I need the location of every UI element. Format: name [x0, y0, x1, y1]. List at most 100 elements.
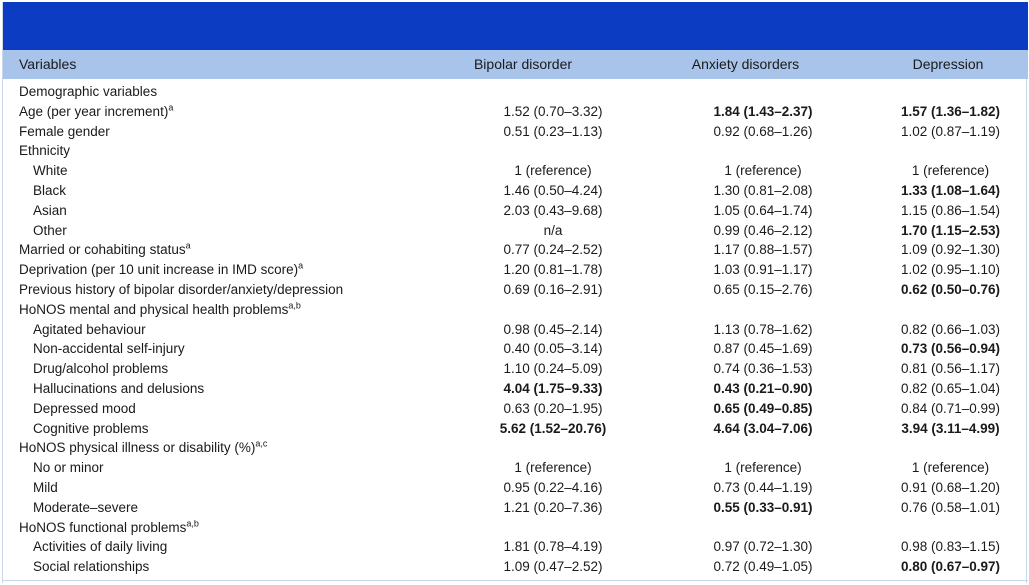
table-row: Black 1.46 (0.50–4.24) 1.30 (0.81–2.08) 1.3…: [3, 181, 1028, 201]
row-label-text: Other: [33, 222, 67, 238]
cell-bipolar: 1.21 (0.20–7.36): [503, 499, 603, 515]
row-label: Drug/alcohol problems: [3, 359, 453, 379]
table-row: Activities of daily living 1.81 (0.78–4.1…: [3, 537, 1028, 557]
row-label: Age (per year increment)a: [3, 102, 453, 122]
cell-anxiety: 0.92 (0.68–1.26): [713, 123, 813, 139]
cell-bipolar: 1.46 (0.50–4.24): [503, 182, 603, 198]
table-row: Demographic variables: [3, 82, 1028, 102]
table-body: Demographic variables Age (per year incre…: [3, 82, 1028, 577]
cell-depression: 1.33 (1.08–1.64): [900, 182, 1001, 198]
table-row: Hallucinations and delusions 4.04 (1.75–9…: [3, 379, 1028, 399]
cell-depression: 0.73 (0.56–0.94): [900, 341, 1001, 357]
cell-depression: [873, 82, 1028, 102]
cell-depression: 0.76 (0.58–1.01): [900, 499, 1001, 515]
cell-bipolar: 0.69 (0.16–2.91): [503, 281, 603, 297]
table-row: Other n/a 0.99 (0.46–2.12) 1.70 (1.15–2.53): [3, 221, 1028, 241]
cell-depression: 1 (reference): [911, 163, 990, 179]
row-label-text: Non-accidental self-injury: [33, 341, 185, 357]
cell-anxiety: 0.87 (0.45–1.69): [713, 341, 813, 357]
row-label-text: HoNOS functional problems: [19, 519, 187, 535]
table-row: White 1 (reference) 1 (reference) 1 (refere…: [3, 161, 1028, 181]
table-row: Mild 0.95 (0.22–4.16) 0.73 (0.44–1.19) 0.91…: [3, 478, 1028, 498]
table-row: Married or cohabiting statusa 0.77 (0.24–…: [3, 240, 1028, 260]
table-row: Non-accidental self-injury 0.40 (0.05–3.1…: [3, 339, 1028, 359]
cell-bipolar: 4.04 (1.75–9.33): [503, 380, 603, 396]
footnote-marker: a,c: [255, 438, 268, 449]
cell-anxiety: [653, 438, 873, 458]
cell-bipolar: [453, 438, 653, 458]
row-label: Asian: [3, 201, 453, 221]
row-label-text: Mild: [33, 479, 58, 495]
cell-bipolar: 1 (reference): [514, 163, 592, 179]
cell-depression: [873, 300, 1028, 320]
row-label-text: Moderate–severe: [33, 499, 139, 515]
row-label-text: Agitated behaviour: [33, 321, 146, 337]
cell-bipolar: 1.52 (0.70–3.32): [503, 103, 603, 119]
row-label: Cognitive problems: [3, 419, 453, 439]
cell-anxiety: 1.84 (1.43–2.37): [713, 103, 813, 119]
cell-depression: 1.09 (0.92–1.30): [900, 242, 1001, 258]
row-label: Agitated behaviour: [3, 320, 453, 340]
table-row: No or minor 1 (reference) 1 (reference) 1 (…: [3, 458, 1028, 478]
cell-bipolar: 0.95 (0.22–4.16): [503, 479, 603, 495]
cell-depression: 0.81 (0.56–1.17): [900, 361, 1001, 377]
cell-depression: 0.91 (0.68–1.20): [900, 479, 1001, 495]
cell-depression: 0.82 (0.65–1.04): [900, 380, 1001, 396]
footnote-marker: a: [185, 240, 191, 251]
row-label-text: Social relationships: [33, 559, 150, 575]
cell-depression: 1.02 (0.87–1.19): [900, 123, 1001, 139]
cell-anxiety: 4.64 (3.04–7.06): [713, 420, 813, 436]
row-label: HoNOS physical illness or disability (%)…: [3, 438, 453, 458]
footnote-marker: a,b: [186, 518, 199, 529]
row-label-text: HoNOS physical illness or disability (%): [19, 440, 256, 456]
table-row: Agitated behaviour 0.98 (0.45–2.14) 1.13 (…: [3, 320, 1028, 340]
row-label-text: Married or cohabiting status: [19, 242, 186, 258]
footnote-marker: a: [168, 102, 174, 113]
row-label: Non-accidental self-injury: [3, 339, 453, 359]
row-label: Female gender: [3, 122, 453, 142]
row-label-text: Cognitive problems: [33, 420, 149, 436]
row-label-text: Depressed mood: [33, 400, 136, 416]
cell-anxiety: 1 (reference): [724, 163, 802, 179]
row-label: Mild: [3, 478, 453, 498]
cell-depression: [873, 518, 1028, 538]
cell-bipolar: 1.09 (0.47–2.52): [503, 559, 603, 575]
row-label-text: Ethnicity: [19, 143, 71, 159]
cell-anxiety: 1 (reference): [724, 460, 802, 476]
row-label-text: Activities of daily living: [33, 539, 168, 555]
footnote-marker: a,b: [288, 300, 301, 311]
cell-depression: 1.02 (0.95–1.10): [900, 262, 1001, 278]
table-row: Depressed mood 0.63 (0.20–1.95) 0.65 (0.49…: [3, 399, 1028, 419]
cell-bipolar: 0.63 (0.20–1.95): [503, 400, 603, 416]
cell-depression: 0.80 (0.67–0.97): [900, 559, 1001, 575]
cell-depression: 0.82 (0.66–1.03): [900, 321, 1001, 337]
row-label-text: Previous history of bipolar disorder/anx…: [19, 281, 344, 297]
table-title-bar: [3, 2, 1028, 50]
cell-depression: [873, 141, 1028, 161]
table-row: Asian 2.03 (0.43–9.68) 1.05 (0.64–1.74) 1.1…: [3, 201, 1028, 221]
row-label-text: HoNOS mental and physical health problem…: [19, 301, 289, 317]
cell-bipolar: [453, 518, 653, 538]
table-row: Female gender 0.51 (0.23–1.13) 0.92 (0.68–…: [3, 122, 1028, 142]
cell-bipolar: 5.62 (1.52–20.76): [499, 420, 607, 436]
cell-bipolar: 2.03 (0.43–9.68): [503, 202, 603, 218]
cell-bipolar: 0.98 (0.45–2.14): [503, 321, 603, 337]
row-label: Married or cohabiting statusa: [3, 240, 453, 260]
cell-bipolar: 0.77 (0.24–2.52): [503, 242, 603, 258]
cell-anxiety: [653, 82, 873, 102]
cell-anxiety: [653, 300, 873, 320]
cell-bipolar: 1.81 (0.78–4.19): [503, 539, 603, 555]
row-label-text: Hallucinations and delusions: [33, 380, 205, 396]
cell-bipolar: 0.40 (0.05–3.14): [503, 341, 603, 357]
table-row: Age (per year increment)a 1.52 (0.70–3.32…: [3, 102, 1028, 122]
table-row: Moderate–severe 1.21 (0.20–7.36) 0.55 (0.3…: [3, 498, 1028, 518]
row-label: HoNOS functional problemsa,b: [3, 518, 453, 538]
cell-depression: 0.84 (0.71–0.99): [900, 400, 1001, 416]
row-label: Other: [3, 221, 453, 241]
cell-anxiety: 0.74 (0.36–1.53): [713, 361, 813, 377]
row-label: Demographic variables: [3, 82, 453, 102]
cell-anxiety: 0.73 (0.44–1.19): [713, 479, 813, 495]
cell-anxiety: 0.97 (0.72–1.30): [713, 539, 813, 555]
data-table: Demographic variables Age (per year incre…: [3, 82, 1028, 577]
table-row: Social relationships 1.09 (0.47–2.52) 0.72…: [3, 557, 1028, 577]
